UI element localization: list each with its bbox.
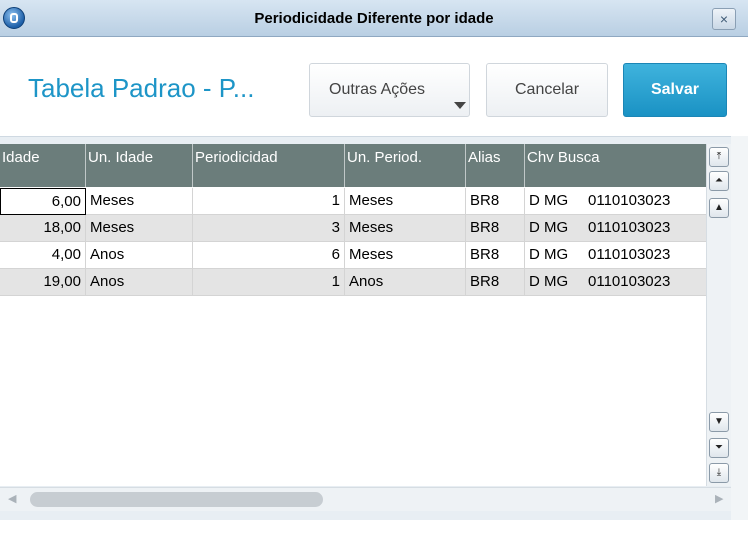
window-right-edge xyxy=(731,136,748,520)
column-header-un-idade[interactable]: Un. Idade xyxy=(86,144,193,187)
cell-un-idade[interactable]: Anos xyxy=(86,269,193,296)
scroll-right-icon[interactable]: ▶ xyxy=(715,492,723,505)
column-header-periodicidade[interactable]: Periodicidad xyxy=(193,144,345,187)
cell-alias[interactable]: BR8 xyxy=(466,242,525,269)
line-up-icon: ▲ xyxy=(714,202,724,213)
cell-un-period[interactable]: Meses xyxy=(345,215,466,242)
cell-chv-busca[interactable]: D MG 0110103023 xyxy=(525,188,706,215)
data-grid: Idade Un. Idade Periodicidad Un. Period.… xyxy=(0,144,706,486)
cell-un-idade[interactable]: Meses xyxy=(86,215,193,242)
column-header-chv-busca[interactable]: Chv Busca xyxy=(525,144,706,187)
cell-periodicidade[interactable]: 1 xyxy=(193,188,345,215)
column-header-un-period[interactable]: Un. Period. xyxy=(345,144,466,187)
scroll-top-button[interactable]: ⤒ xyxy=(709,147,729,167)
other-actions-button[interactable]: Outras Ações xyxy=(309,63,470,117)
caret-down-icon xyxy=(454,102,466,109)
scroll-left-icon[interactable]: ◀ xyxy=(8,492,16,505)
chv-busca-number: 0110103023 xyxy=(588,219,671,236)
table-row[interactable]: 18,00 Meses 3 Meses BR8 D MG 0110103023 xyxy=(0,215,706,242)
cell-un-idade[interactable]: Anos xyxy=(86,242,193,269)
chv-busca-number: 0110103023 xyxy=(588,273,671,290)
cell-alias[interactable]: BR8 xyxy=(466,269,525,296)
scroll-top-icon: ⤒ xyxy=(716,151,722,162)
cell-idade[interactable]: 4,00 xyxy=(0,242,86,269)
table-row[interactable]: 4,00 Anos 6 Meses BR8 D MG 0110103023 xyxy=(0,242,706,269)
page-up-button[interactable]: ⏶ xyxy=(709,171,729,191)
horizontal-scroll-thumb[interactable] xyxy=(30,492,323,507)
close-button[interactable]: × xyxy=(712,8,736,30)
header-bar: Tabela Padrao - P... Outras Ações Cancel… xyxy=(0,37,748,137)
cell-idade[interactable]: 18,00 xyxy=(0,215,86,242)
line-up-button[interactable]: ▲ xyxy=(709,198,729,218)
grid-header: Idade Un. Idade Periodicidad Un. Period.… xyxy=(0,144,706,187)
cell-un-period[interactable]: Meses xyxy=(345,188,466,215)
vertical-scrollbar[interactable]: ⤒ ⏶ ▲ ▼ ⏷ ⤓ xyxy=(706,144,732,486)
chv-busca-number: 0110103023 xyxy=(588,246,671,263)
cell-alias[interactable]: BR8 xyxy=(466,215,525,242)
table-row[interactable]: 6,00 Meses 1 Meses BR8 D MG 0110103023 xyxy=(0,188,706,215)
column-header-idade[interactable]: Idade xyxy=(0,144,86,187)
cell-un-period[interactable]: Anos xyxy=(345,269,466,296)
column-header-alias[interactable]: Alias xyxy=(466,144,525,187)
cell-un-period[interactable]: Meses xyxy=(345,242,466,269)
cell-alias[interactable]: BR8 xyxy=(466,188,525,215)
cell-periodicidade[interactable]: 1 xyxy=(193,269,345,296)
scroll-bottom-button[interactable]: ⤓ xyxy=(709,463,729,483)
title-bar: Periodicidade Diferente por idade × xyxy=(0,0,748,37)
cancel-button[interactable]: Cancelar xyxy=(486,63,608,117)
page-up-icon: ⏶ xyxy=(715,175,723,186)
other-actions-label: Outras Ações xyxy=(329,81,426,98)
scroll-bottom-icon: ⤓ xyxy=(716,467,722,478)
save-button[interactable]: Salvar xyxy=(623,63,727,117)
cell-chv-busca[interactable]: D MG 0110103023 xyxy=(525,242,706,269)
cell-periodicidade[interactable]: 3 xyxy=(193,215,345,242)
cell-chv-busca[interactable]: D MG 0110103023 xyxy=(525,215,706,242)
chv-busca-code: D MG xyxy=(529,246,569,263)
line-down-button[interactable]: ▼ xyxy=(709,412,729,432)
chv-busca-code: D MG xyxy=(529,219,569,236)
cell-periodicidade[interactable]: 6 xyxy=(193,242,345,269)
line-down-icon: ▼ xyxy=(714,416,724,427)
cell-idade[interactable]: 19,00 xyxy=(0,269,86,296)
page-down-icon: ⏷ xyxy=(715,442,723,453)
page-down-button[interactable]: ⏷ xyxy=(709,438,729,458)
cell-un-idade[interactable]: Meses xyxy=(86,188,193,215)
window-title: Periodicidade Diferente por idade xyxy=(254,10,494,27)
chv-busca-number: 0110103023 xyxy=(588,192,671,209)
chv-busca-code: D MG xyxy=(529,192,569,209)
dialog-window: Periodicidade Diferente por idade × Tabe… xyxy=(0,0,748,520)
cell-chv-busca[interactable]: D MG 0110103023 xyxy=(525,269,706,296)
chv-busca-code: D MG xyxy=(529,273,569,290)
horizontal-scrollbar[interactable]: ◀ ▶ xyxy=(0,487,731,511)
page-title: Tabela Padrao - P... xyxy=(28,73,255,103)
cell-idade[interactable]: 6,00 xyxy=(0,188,86,215)
close-icon: × xyxy=(719,11,729,27)
table-row[interactable]: 19,00 Anos 1 Anos BR8 D MG 0110103023 xyxy=(0,269,706,296)
